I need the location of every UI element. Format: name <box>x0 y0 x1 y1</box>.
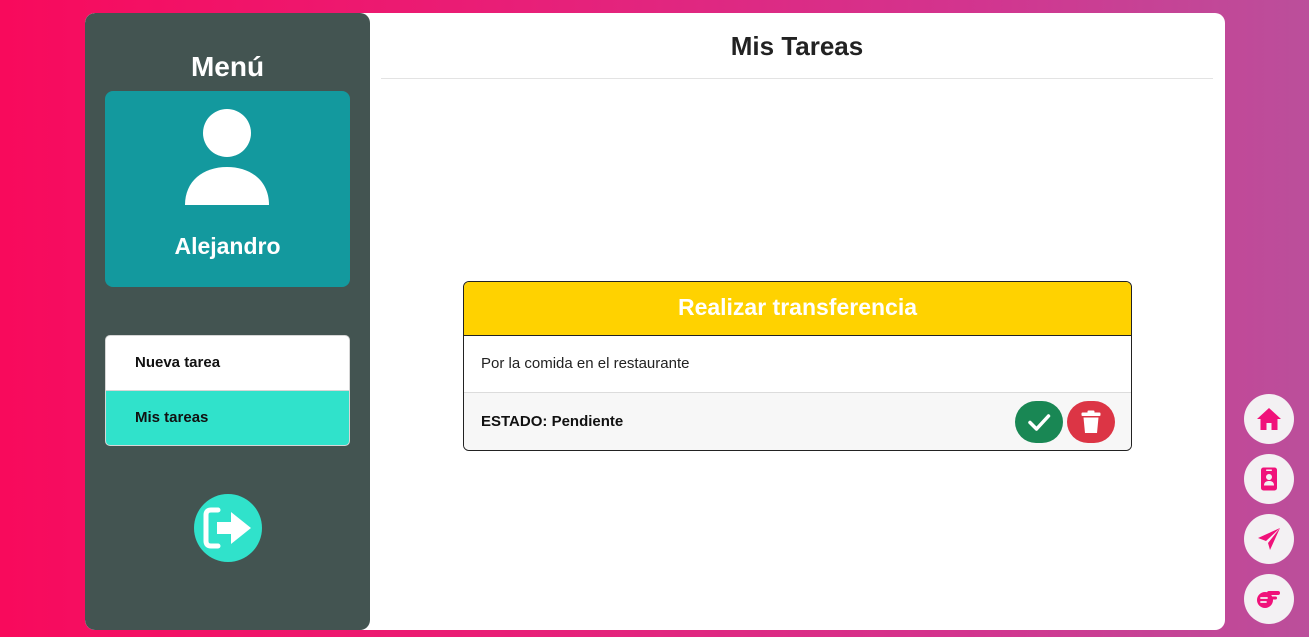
page-title: Mis Tareas <box>730 31 864 61</box>
task-card: Realizar transferencia Por la comida en … <box>463 281 1132 451</box>
status-label: ESTADO: <box>481 413 548 430</box>
app-window: Menú Alejandro Nueva tarea Mis tareas Mi… <box>85 13 1225 630</box>
check-icon <box>1028 414 1051 431</box>
logout-button[interactable] <box>194 494 262 562</box>
complete-task-button[interactable] <box>1015 401 1063 443</box>
pointing-hand-button[interactable] <box>1244 574 1294 624</box>
send-button[interactable] <box>1244 514 1294 564</box>
status-value: Pendiente <box>551 413 624 430</box>
contact-card-button[interactable] <box>1244 454 1294 504</box>
main-content: Mis Tareas Realizar transferencia Por la… <box>370 13 1225 630</box>
send-icon <box>1258 528 1280 550</box>
contact-card-icon <box>1261 467 1277 491</box>
pointing-hand-icon <box>1257 591 1280 608</box>
profile-card: Alejandro <box>105 91 350 287</box>
home-icon <box>1257 408 1281 430</box>
sidebar-item-mis-tareas[interactable]: Mis tareas <box>106 390 349 445</box>
trash-icon <box>1081 410 1101 433</box>
sidebar: Menú Alejandro Nueva tarea Mis tareas <box>85 13 370 630</box>
delete-task-button[interactable] <box>1067 401 1115 443</box>
sidebar-nav: Nueva tarea Mis tareas <box>105 335 350 446</box>
logout-icon <box>203 507 251 549</box>
sidebar-title: Menú <box>190 51 265 82</box>
task-footer: ESTADO: Pendiente <box>464 393 1131 450</box>
sidebar-item-nueva-tarea[interactable]: Nueva tarea <box>106 336 349 390</box>
profile-name: Alejandro <box>174 233 281 259</box>
task-description: Por la comida en el restaurante <box>464 336 1131 393</box>
task-title: Realizar transferencia <box>464 282 1131 336</box>
home-button[interactable] <box>1244 394 1294 444</box>
title-divider <box>381 78 1213 79</box>
user-icon <box>185 109 269 205</box>
